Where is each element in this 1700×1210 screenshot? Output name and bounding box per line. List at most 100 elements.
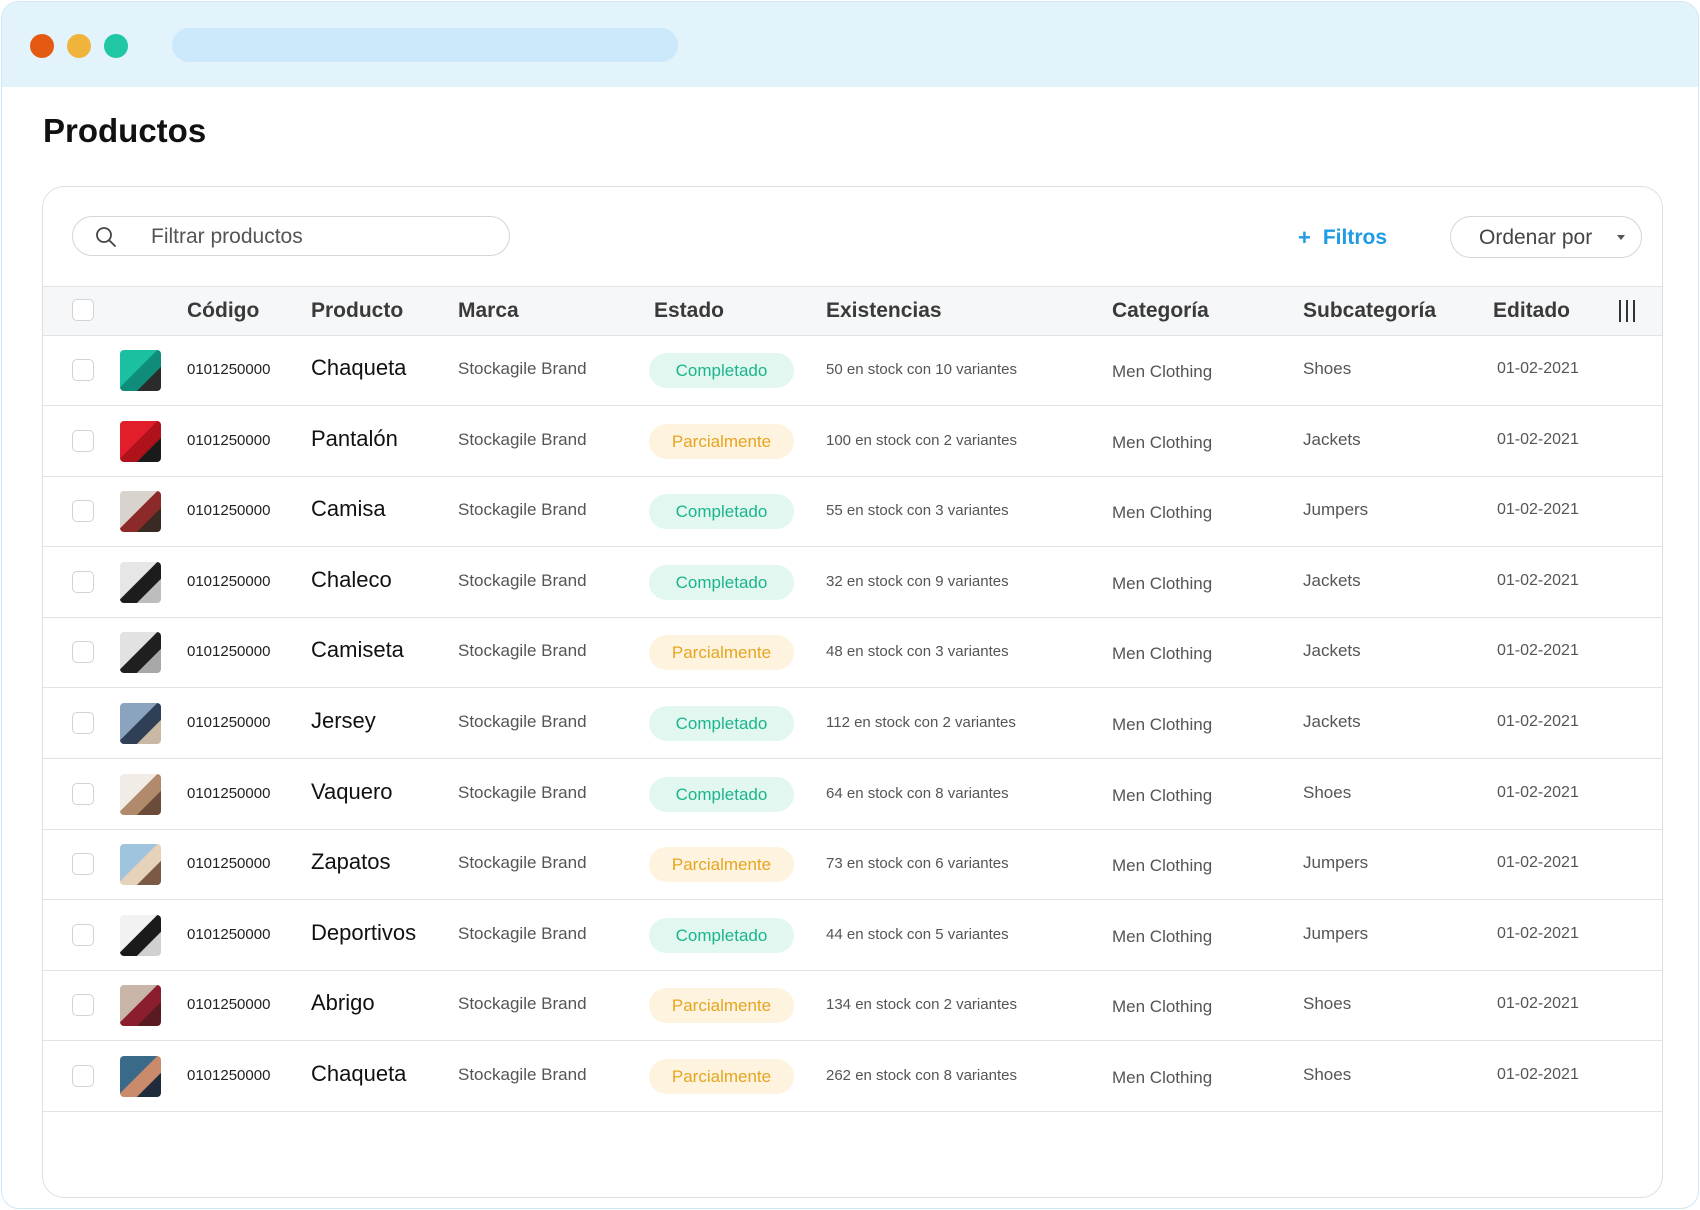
product-name[interactable]: Camiseta — [311, 637, 404, 663]
table-row[interactable]: 0101250000 Deportivos Stockagile Brand Comp… — [43, 900, 1662, 971]
row-checkbox[interactable] — [72, 429, 94, 452]
product-edited-date: 01-02-2021 — [1497, 783, 1579, 801]
product-category: Men Clothing — [1112, 362, 1213, 381]
product-brand: Stockagile Brand — [458, 570, 587, 590]
product-thumbnail — [120, 350, 161, 391]
status-badge: Parcialmente — [649, 635, 794, 671]
status-badge: Completado — [649, 706, 794, 741]
product-name[interactable]: Chaqueta — [311, 1061, 406, 1087]
product-thumbnail — [120, 420, 161, 462]
column-header-product[interactable]: Producto — [311, 299, 403, 323]
minimize-window-button[interactable] — [67, 34, 91, 58]
window-titlebar — [2, 2, 1698, 87]
column-header-category[interactable]: Categoría — [1112, 299, 1209, 323]
product-name[interactable]: Jersey — [311, 708, 376, 734]
row-checkbox[interactable] — [72, 923, 94, 946]
row-checkbox[interactable] — [72, 500, 94, 523]
caret-down-icon — [1617, 235, 1625, 240]
product-stock: 262 en stock con 8 variantes — [826, 1067, 1017, 1084]
product-name[interactable]: Vaquero — [311, 779, 393, 805]
product-category: Men Clothing — [1112, 644, 1213, 664]
column-header-brand[interactable]: Marca — [458, 299, 519, 323]
table-header: Código Producto Marca Estado Existencias… — [43, 286, 1662, 336]
product-stock: 32 en stock con 9 variantes — [826, 572, 1009, 590]
product-brand: Stockagile Brand — [458, 641, 587, 661]
product-stock: 64 en stock con 8 variantes — [826, 784, 1009, 802]
column-header-status[interactable]: Estado — [654, 299, 724, 323]
product-category: Men Clothing — [1112, 785, 1213, 805]
status-badge: Completado — [649, 917, 794, 953]
product-name[interactable]: Zapatos — [311, 849, 391, 875]
table-row[interactable]: 0101250000 Chaleco Stockagile Brand Complet… — [43, 547, 1662, 618]
product-stock: 100 en stock con 2 variantes — [826, 431, 1017, 449]
table-row[interactable]: 0101250000 Abrigo Stockagile Brand Parcialm… — [43, 970, 1662, 1042]
product-edited-date: 01-02-2021 — [1497, 1066, 1579, 1083]
column-header-subcategory[interactable]: Subcategoría — [1303, 299, 1436, 323]
product-subcategory: Jumpers — [1303, 853, 1369, 873]
product-thumbnail — [120, 844, 161, 886]
product-name[interactable]: Abrigo — [311, 990, 375, 1016]
product-category: Men Clothing — [1112, 432, 1213, 452]
product-brand: Stockagile Brand — [458, 853, 587, 873]
product-name[interactable]: Deportivos — [311, 920, 416, 946]
row-checkbox[interactable] — [72, 782, 94, 805]
product-edited-date: 01-02-2021 — [1497, 924, 1579, 942]
product-name[interactable]: Camisa — [311, 496, 386, 522]
row-checkbox[interactable] — [72, 359, 94, 381]
product-thumbnail — [120, 703, 161, 744]
sort-dropdown[interactable]: Ordenar por — [1450, 216, 1642, 258]
column-header-code[interactable]: Código — [187, 299, 259, 323]
product-brand: Stockagile Brand — [458, 782, 587, 802]
filters-label: Filtros — [1322, 226, 1388, 249]
product-name[interactable]: Pantalón — [311, 426, 398, 452]
product-code: 0101250000 — [187, 925, 271, 943]
table-row[interactable]: 0101250000 Pantalón Stockagile Brand Parcia… — [43, 406, 1662, 477]
product-name[interactable]: Chaleco — [311, 567, 392, 593]
select-all-checkbox[interactable] — [72, 299, 94, 321]
row-checkbox[interactable] — [72, 712, 94, 734]
products-card: + Filtros Ordenar por Código Producto Ma… — [42, 186, 1663, 1198]
product-brand: Stockagile Brand — [458, 923, 587, 943]
table-row[interactable]: 0101250000 Camisa Stockagile Brand Completa… — [43, 476, 1662, 548]
product-code: 0101250000 — [187, 714, 271, 731]
row-checkbox[interactable] — [72, 1065, 94, 1087]
product-edited-date: 01-02-2021 — [1497, 360, 1579, 377]
column-header-stock[interactable]: Existencias — [826, 299, 942, 323]
product-brand: Stockagile Brand — [458, 1065, 587, 1084]
table-row[interactable]: 0101250000 Chaqueta Stockagile Brand Comple… — [43, 335, 1662, 406]
row-checkbox[interactable] — [72, 994, 94, 1017]
product-thumbnail — [120, 1056, 161, 1097]
product-brand: Stockagile Brand — [458, 500, 587, 520]
filters-button[interactable]: + Filtros — [1298, 225, 1387, 251]
table-row[interactable]: 0101250000 Camiseta Stockagile Brand Parcia… — [43, 617, 1662, 689]
columns-settings-icon[interactable] — [1618, 300, 1636, 322]
product-brand: Stockagile Brand — [458, 994, 587, 1014]
close-window-button[interactable] — [30, 34, 54, 58]
status-badge: Parcialmente — [649, 1059, 794, 1094]
table-row[interactable]: 0101250000 Vaquero Stockagile Brand Complet… — [43, 759, 1662, 830]
product-code: 0101250000 — [187, 502, 271, 520]
address-bar[interactable] — [172, 28, 678, 62]
table-row[interactable]: 0101250000 Chaqueta Stockagile Brand Parcia… — [43, 1041, 1662, 1112]
product-brand: Stockagile Brand — [458, 429, 587, 449]
status-badge: Completado — [649, 353, 794, 388]
product-edited-date: 01-02-2021 — [1497, 713, 1579, 730]
status-badge: Completado — [649, 776, 794, 812]
row-checkbox[interactable] — [72, 570, 94, 593]
table-row[interactable]: 0101250000 Jersey Stockagile Brand Completa… — [43, 688, 1662, 759]
product-edited-date: 01-02-2021 — [1497, 430, 1579, 448]
product-edited-date: 01-02-2021 — [1497, 854, 1579, 872]
maximize-window-button[interactable] — [104, 34, 128, 58]
product-thumbnail — [120, 773, 161, 815]
product-name[interactable]: Chaqueta — [311, 355, 406, 381]
row-checkbox[interactable] — [72, 853, 94, 876]
product-subcategory: Jackets — [1303, 712, 1361, 731]
search-box[interactable] — [72, 216, 510, 256]
product-edited-date: 01-02-2021 — [1497, 571, 1579, 589]
row-checkbox[interactable] — [72, 641, 94, 664]
column-header-edited[interactable]: Editado — [1493, 299, 1570, 323]
search-input[interactable] — [149, 223, 493, 251]
product-code: 0101250000 — [187, 784, 271, 802]
table-row[interactable]: 0101250000 Zapatos Stockagile Brand Parcial… — [43, 829, 1662, 901]
page-title: Productos — [43, 112, 207, 149]
